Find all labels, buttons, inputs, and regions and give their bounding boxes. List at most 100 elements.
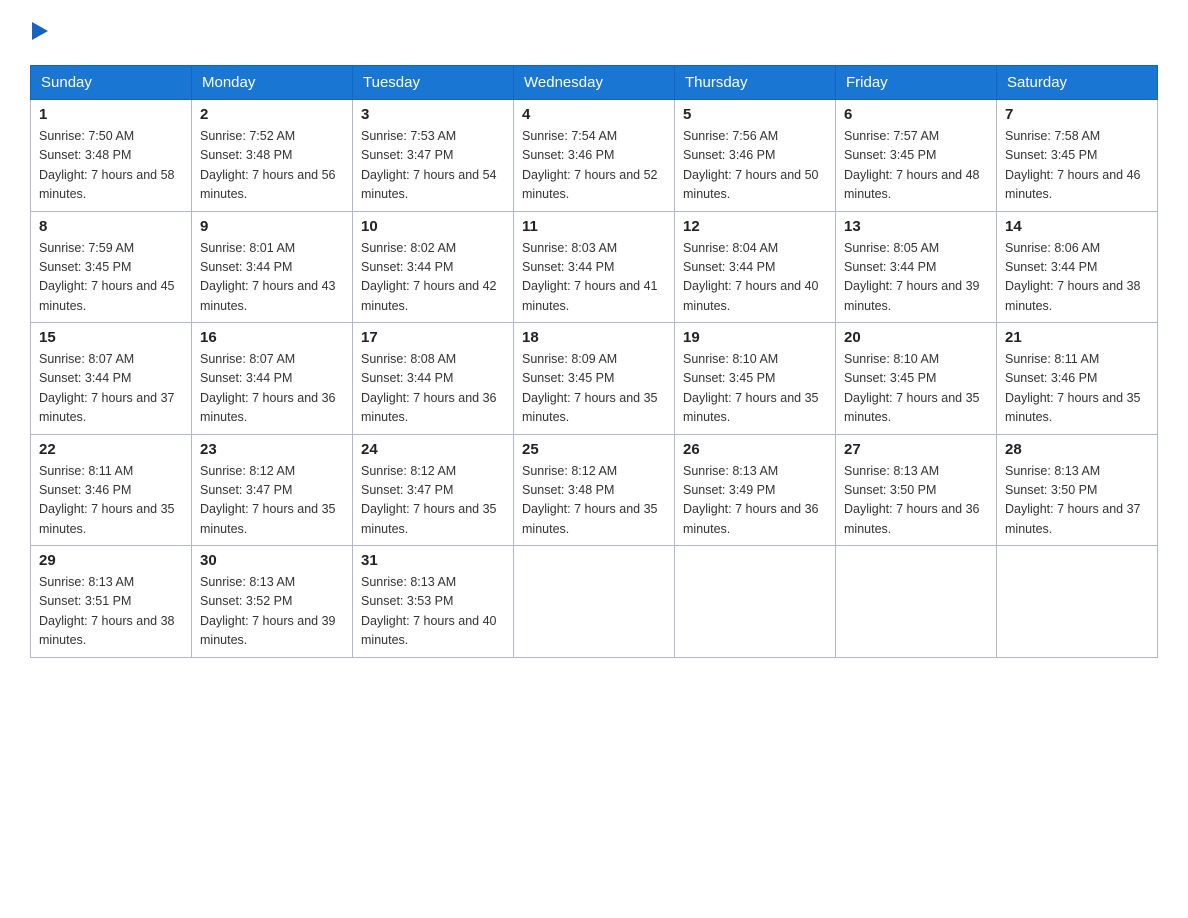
calendar-cell: 31 Sunrise: 8:13 AMSunset: 3:53 PMDaylig… — [353, 546, 514, 658]
calendar-cell — [675, 546, 836, 658]
day-info: Sunrise: 8:01 AMSunset: 3:44 PMDaylight:… — [200, 241, 336, 313]
day-number: 4 — [522, 106, 666, 123]
calendar-cell: 1 Sunrise: 7:50 AMSunset: 3:48 PMDayligh… — [31, 100, 192, 212]
page-header — [30, 20, 1158, 45]
day-number: 28 — [1005, 441, 1149, 458]
calendar-cell: 15 Sunrise: 8:07 AMSunset: 3:44 PMDaylig… — [31, 323, 192, 435]
calendar-cell: 8 Sunrise: 7:59 AMSunset: 3:45 PMDayligh… — [31, 211, 192, 323]
day-number: 3 — [361, 106, 505, 123]
day-info: Sunrise: 8:12 AMSunset: 3:48 PMDaylight:… — [522, 464, 658, 536]
day-info: Sunrise: 8:12 AMSunset: 3:47 PMDaylight:… — [361, 464, 497, 536]
col-header-tuesday: Tuesday — [353, 66, 514, 100]
day-number: 27 — [844, 441, 988, 458]
day-number: 23 — [200, 441, 344, 458]
day-number: 6 — [844, 106, 988, 123]
calendar-cell: 25 Sunrise: 8:12 AMSunset: 3:48 PMDaylig… — [514, 434, 675, 546]
day-info: Sunrise: 8:03 AMSunset: 3:44 PMDaylight:… — [522, 241, 658, 313]
calendar-cell: 26 Sunrise: 8:13 AMSunset: 3:49 PMDaylig… — [675, 434, 836, 546]
day-number: 30 — [200, 552, 344, 569]
calendar-cell: 20 Sunrise: 8:10 AMSunset: 3:45 PMDaylig… — [836, 323, 997, 435]
col-header-friday: Friday — [836, 66, 997, 100]
calendar-cell: 28 Sunrise: 8:13 AMSunset: 3:50 PMDaylig… — [997, 434, 1158, 546]
logo-arrow-icon — [32, 22, 48, 40]
calendar-cell: 30 Sunrise: 8:13 AMSunset: 3:52 PMDaylig… — [192, 546, 353, 658]
day-number: 9 — [200, 218, 344, 235]
calendar-cell: 16 Sunrise: 8:07 AMSunset: 3:44 PMDaylig… — [192, 323, 353, 435]
calendar-cell: 11 Sunrise: 8:03 AMSunset: 3:44 PMDaylig… — [514, 211, 675, 323]
day-info: Sunrise: 8:08 AMSunset: 3:44 PMDaylight:… — [361, 352, 497, 424]
day-info: Sunrise: 8:13 AMSunset: 3:51 PMDaylight:… — [39, 575, 175, 647]
calendar-cell: 13 Sunrise: 8:05 AMSunset: 3:44 PMDaylig… — [836, 211, 997, 323]
day-info: Sunrise: 7:50 AMSunset: 3:48 PMDaylight:… — [39, 129, 175, 201]
day-number: 24 — [361, 441, 505, 458]
logo — [30, 20, 48, 45]
calendar-cell: 24 Sunrise: 8:12 AMSunset: 3:47 PMDaylig… — [353, 434, 514, 546]
calendar-cell: 3 Sunrise: 7:53 AMSunset: 3:47 PMDayligh… — [353, 100, 514, 212]
calendar-week-row: 1 Sunrise: 7:50 AMSunset: 3:48 PMDayligh… — [31, 100, 1158, 212]
day-info: Sunrise: 7:57 AMSunset: 3:45 PMDaylight:… — [844, 129, 980, 201]
calendar-cell: 21 Sunrise: 8:11 AMSunset: 3:46 PMDaylig… — [997, 323, 1158, 435]
calendar-cell: 29 Sunrise: 8:13 AMSunset: 3:51 PMDaylig… — [31, 546, 192, 658]
day-number: 29 — [39, 552, 183, 569]
day-number: 7 — [1005, 106, 1149, 123]
day-info: Sunrise: 8:13 AMSunset: 3:52 PMDaylight:… — [200, 575, 336, 647]
calendar-cell: 14 Sunrise: 8:06 AMSunset: 3:44 PMDaylig… — [997, 211, 1158, 323]
calendar-cell: 4 Sunrise: 7:54 AMSunset: 3:46 PMDayligh… — [514, 100, 675, 212]
day-info: Sunrise: 7:56 AMSunset: 3:46 PMDaylight:… — [683, 129, 819, 201]
calendar-week-row: 15 Sunrise: 8:07 AMSunset: 3:44 PMDaylig… — [31, 323, 1158, 435]
calendar-week-row: 8 Sunrise: 7:59 AMSunset: 3:45 PMDayligh… — [31, 211, 1158, 323]
calendar-header-row: SundayMondayTuesdayWednesdayThursdayFrid… — [31, 66, 1158, 100]
calendar-cell: 10 Sunrise: 8:02 AMSunset: 3:44 PMDaylig… — [353, 211, 514, 323]
calendar-cell: 18 Sunrise: 8:09 AMSunset: 3:45 PMDaylig… — [514, 323, 675, 435]
day-number: 18 — [522, 329, 666, 346]
calendar-table: SundayMondayTuesdayWednesdayThursdayFrid… — [30, 65, 1158, 658]
day-info: Sunrise: 8:04 AMSunset: 3:44 PMDaylight:… — [683, 241, 819, 313]
day-info: Sunrise: 8:07 AMSunset: 3:44 PMDaylight:… — [200, 352, 336, 424]
calendar-cell — [836, 546, 997, 658]
day-info: Sunrise: 8:11 AMSunset: 3:46 PMDaylight:… — [39, 464, 175, 536]
day-info: Sunrise: 8:11 AMSunset: 3:46 PMDaylight:… — [1005, 352, 1141, 424]
day-info: Sunrise: 7:59 AMSunset: 3:45 PMDaylight:… — [39, 241, 175, 313]
calendar-cell: 17 Sunrise: 8:08 AMSunset: 3:44 PMDaylig… — [353, 323, 514, 435]
col-header-monday: Monday — [192, 66, 353, 100]
day-number: 1 — [39, 106, 183, 123]
day-number: 12 — [683, 218, 827, 235]
calendar-cell: 5 Sunrise: 7:56 AMSunset: 3:46 PMDayligh… — [675, 100, 836, 212]
day-info: Sunrise: 8:10 AMSunset: 3:45 PMDaylight:… — [683, 352, 819, 424]
day-info: Sunrise: 8:13 AMSunset: 3:50 PMDaylight:… — [844, 464, 980, 536]
day-info: Sunrise: 8:09 AMSunset: 3:45 PMDaylight:… — [522, 352, 658, 424]
day-info: Sunrise: 8:06 AMSunset: 3:44 PMDaylight:… — [1005, 241, 1141, 313]
day-info: Sunrise: 8:13 AMSunset: 3:53 PMDaylight:… — [361, 575, 497, 647]
day-number: 8 — [39, 218, 183, 235]
col-header-wednesday: Wednesday — [514, 66, 675, 100]
col-header-sunday: Sunday — [31, 66, 192, 100]
calendar-cell — [997, 546, 1158, 658]
day-info: Sunrise: 8:07 AMSunset: 3:44 PMDaylight:… — [39, 352, 175, 424]
col-header-thursday: Thursday — [675, 66, 836, 100]
day-number: 16 — [200, 329, 344, 346]
calendar-cell: 2 Sunrise: 7:52 AMSunset: 3:48 PMDayligh… — [192, 100, 353, 212]
day-number: 15 — [39, 329, 183, 346]
calendar-cell: 22 Sunrise: 8:11 AMSunset: 3:46 PMDaylig… — [31, 434, 192, 546]
day-info: Sunrise: 7:53 AMSunset: 3:47 PMDaylight:… — [361, 129, 497, 201]
calendar-cell — [514, 546, 675, 658]
day-number: 11 — [522, 218, 666, 235]
day-number: 25 — [522, 441, 666, 458]
day-number: 21 — [1005, 329, 1149, 346]
calendar-cell: 12 Sunrise: 8:04 AMSunset: 3:44 PMDaylig… — [675, 211, 836, 323]
day-number: 19 — [683, 329, 827, 346]
day-number: 13 — [844, 218, 988, 235]
calendar-cell: 6 Sunrise: 7:57 AMSunset: 3:45 PMDayligh… — [836, 100, 997, 212]
day-number: 17 — [361, 329, 505, 346]
day-number: 5 — [683, 106, 827, 123]
calendar-week-row: 29 Sunrise: 8:13 AMSunset: 3:51 PMDaylig… — [31, 546, 1158, 658]
day-info: Sunrise: 8:05 AMSunset: 3:44 PMDaylight:… — [844, 241, 980, 313]
day-info: Sunrise: 8:02 AMSunset: 3:44 PMDaylight:… — [361, 241, 497, 313]
day-info: Sunrise: 8:12 AMSunset: 3:47 PMDaylight:… — [200, 464, 336, 536]
day-number: 22 — [39, 441, 183, 458]
col-header-saturday: Saturday — [997, 66, 1158, 100]
day-info: Sunrise: 7:52 AMSunset: 3:48 PMDaylight:… — [200, 129, 336, 201]
day-info: Sunrise: 8:13 AMSunset: 3:50 PMDaylight:… — [1005, 464, 1141, 536]
day-info: Sunrise: 8:10 AMSunset: 3:45 PMDaylight:… — [844, 352, 980, 424]
calendar-week-row: 22 Sunrise: 8:11 AMSunset: 3:46 PMDaylig… — [31, 434, 1158, 546]
